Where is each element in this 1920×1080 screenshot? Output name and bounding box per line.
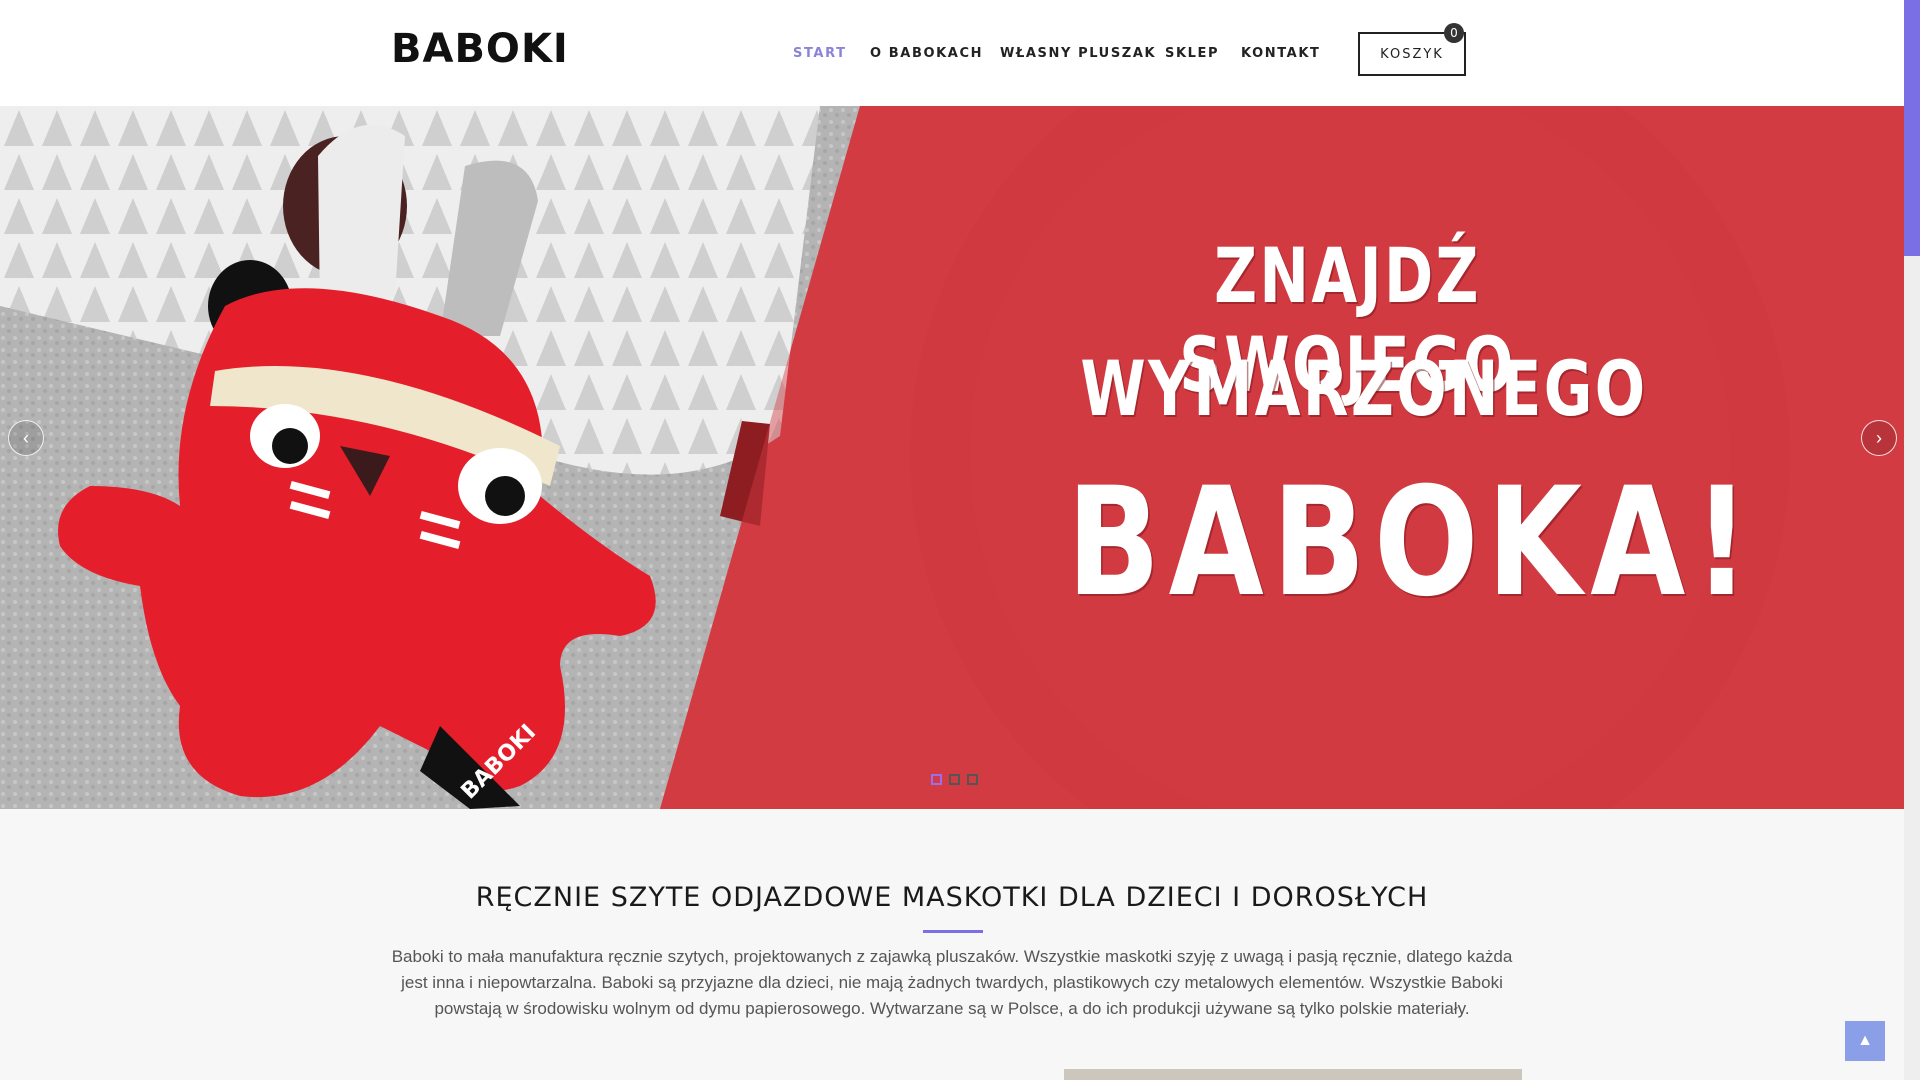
chevron-up-icon[interactable]: ▲ <box>1845 1021 1885 1061</box>
slider-dot-2[interactable] <box>949 774 960 785</box>
nav-o-babokach[interactable]: O BABOKACH <box>870 46 983 61</box>
hero-line-3: BABOKA! <box>1066 456 1758 630</box>
cart-label: KOSZYK <box>1380 46 1444 62</box>
chevron-left-icon[interactable]: ‹ <box>8 420 44 456</box>
content-image <box>1064 1069 1522 1080</box>
intro-text: Baboki to mała manufaktura ręcznie szyty… <box>391 947 1513 1018</box>
cart-count-badge: 0 <box>1444 23 1464 43</box>
slider-dot-1[interactable] <box>931 774 942 785</box>
nav-sklep[interactable]: SKLEP <box>1165 46 1219 61</box>
scrollbar-thumb[interactable] <box>1904 0 1920 256</box>
site-header: BABOKI START O BABOKACH WŁASNY PLUSZAK S… <box>0 0 1904 106</box>
hero-line-2: WYMARZONEGO <box>1080 344 1648 433</box>
intro-title: RĘCZNIE SZYTE ODJAZDOWE MASKOTKI DLA DZI… <box>475 882 1429 913</box>
site-logo[interactable]: BABOKI <box>391 26 569 72</box>
chevron-right-icon[interactable]: › <box>1861 420 1897 456</box>
slider-dot-3[interactable] <box>967 774 978 785</box>
nav-start[interactable]: START <box>793 46 847 61</box>
nav-wlasny-pluszak[interactable]: WŁASNY PLUSZAK <box>1000 46 1156 61</box>
title-divider <box>923 930 983 933</box>
hero-slider: BABOKI ZNAJDŹ SWOJEGO WYMARZONEGO BABOKA… <box>0 106 1904 809</box>
nav-kontakt[interactable]: KONTAKT <box>1241 46 1320 61</box>
